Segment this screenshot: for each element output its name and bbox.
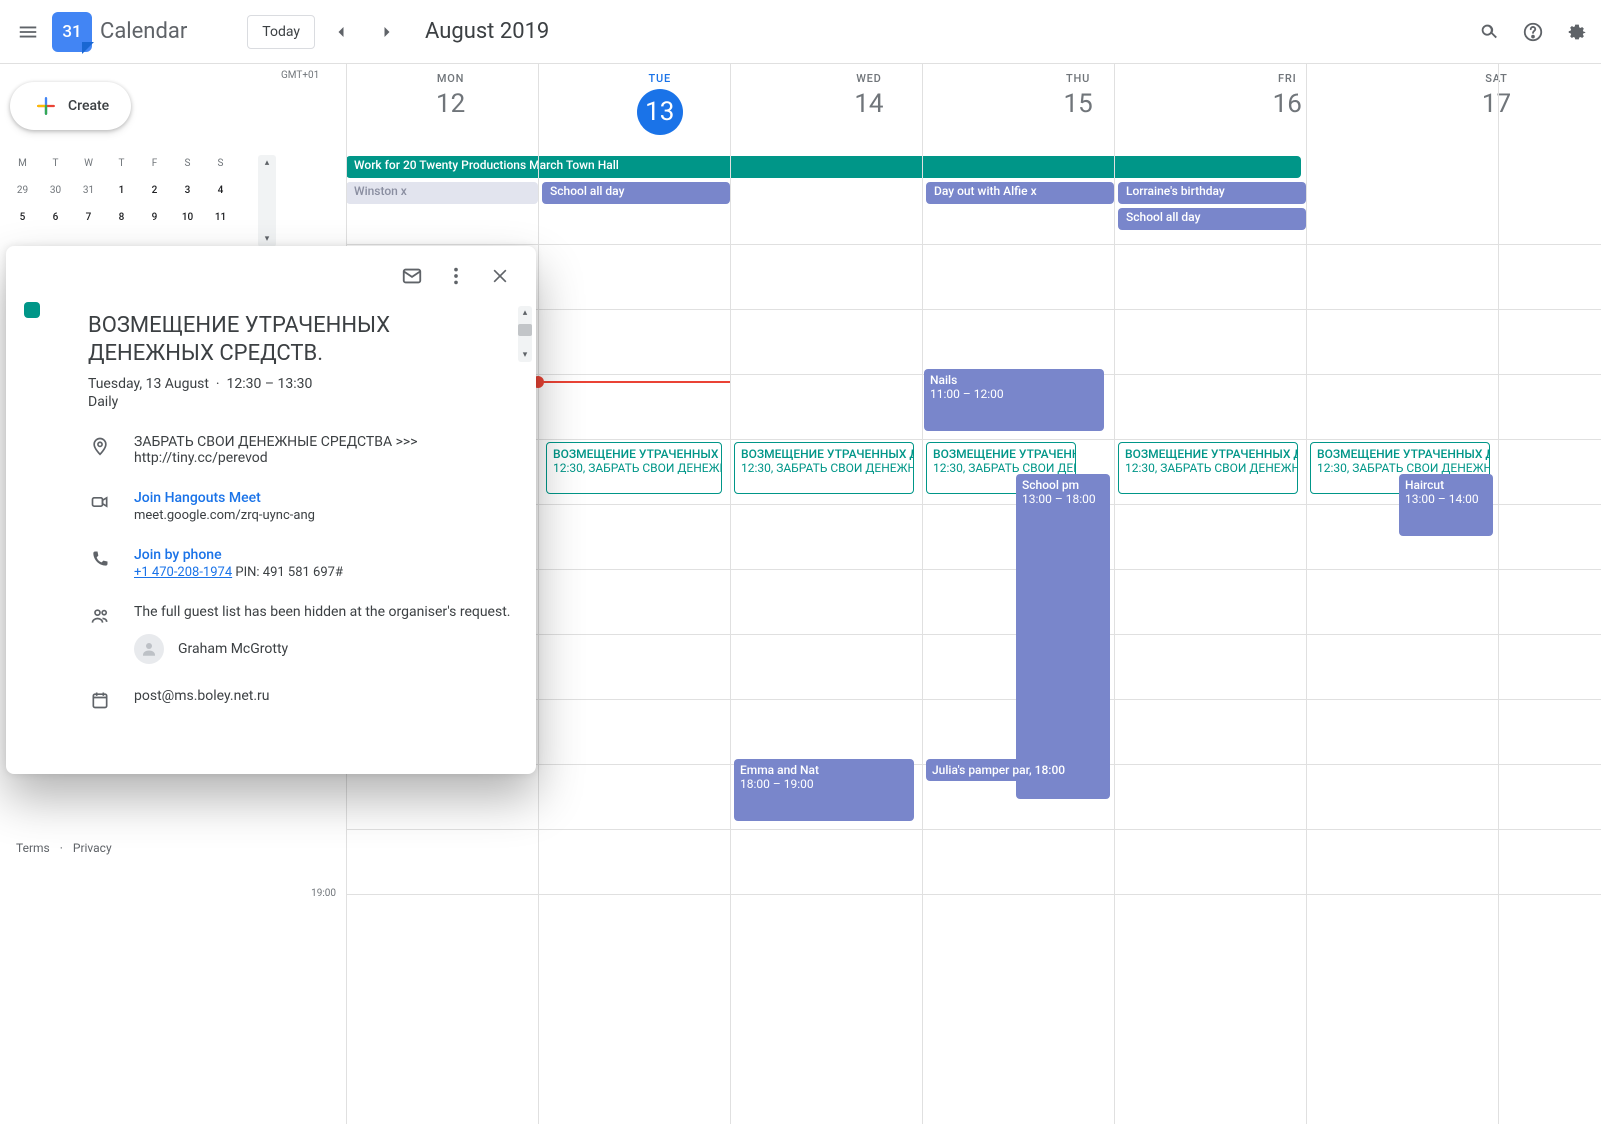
app-title: Calendar	[100, 19, 187, 44]
today-button[interactable]: Today	[247, 15, 315, 49]
phone-details: +1 470-208-1974 PIN: 491 581 697#	[134, 565, 343, 580]
footer-terms[interactable]: Terms	[16, 841, 50, 855]
more-icon[interactable]	[436, 256, 476, 296]
location-icon	[88, 434, 112, 466]
location-text[interactable]: ЗАБРАТЬ СВОИ ДЕНЕЖНЫЕ СРЕДСТВА >>> http:…	[134, 434, 512, 466]
search-icon[interactable]	[1469, 12, 1509, 52]
meet-link[interactable]: Join Hangouts Meet	[134, 490, 315, 506]
now-indicator	[538, 381, 730, 383]
prev-week-icon[interactable]	[321, 12, 361, 52]
guest-avatar	[134, 634, 164, 664]
guests-row: The full guest list has been hidden at t…	[88, 604, 512, 664]
phone-icon	[88, 547, 112, 580]
event-details-popup: ▴▾ ВОЗМЕЩЕНИЕ УТРАЧЕННЫХ ДЕНЕЖНЫХ СРЕДСТ…	[6, 246, 536, 774]
allday-event-mon[interactable]: Winston x	[346, 182, 538, 204]
event-julia[interactable]: Julia's pamper par, 18:00	[926, 759, 1106, 781]
event-recurring-wed[interactable]: ВОЗМЕЩЕНИЕ УТРАЧЕННЫХ ДЕНЕЖНЫХ СРЕДСТВ. …	[734, 442, 914, 494]
allday-event-banner[interactable]: Work for 20 Twenty Productions March Tow…	[346, 156, 1301, 178]
allday-event-tue[interactable]: School all day	[542, 182, 730, 204]
next-week-icon[interactable]	[367, 12, 407, 52]
event-title: ВОЗМЕЩЕНИЕ УТРАЧЕННЫХ ДЕНЕЖНЫХ СРЕДСТВ.	[88, 312, 512, 368]
settings-icon[interactable]	[1557, 12, 1597, 52]
footer-links: Terms · Privacy	[16, 841, 112, 855]
event-haircut[interactable]: Haircut 13:00 – 14:00	[1399, 474, 1493, 536]
event-recurrence: Daily	[88, 394, 512, 410]
timezone-label: GMT+01	[281, 70, 319, 81]
meet-url: meet.google.com/zrq-uync-ang	[134, 508, 315, 523]
create-label: Create	[68, 98, 109, 114]
event-recurring-tue[interactable]: ВОЗМЕЩЕНИЕ УТРАЧЕННЫХ ДЕНЕЖНЫХ СРЕДСТВ. …	[546, 442, 722, 494]
menu-icon[interactable]	[8, 12, 48, 52]
close-icon[interactable]	[480, 256, 520, 296]
phone-row: Join by phone +1 470-208-1974 PIN: 491 5…	[88, 547, 512, 580]
help-icon[interactable]	[1513, 12, 1553, 52]
popup-scrollbar[interactable]: ▴▾	[518, 306, 532, 362]
plus-icon	[32, 92, 60, 120]
event-nails[interactable]: Nails 11:00 – 12:00	[924, 369, 1104, 431]
email-icon[interactable]	[392, 256, 432, 296]
allday-area: Work for 20 Twenty Productions March Tow…	[346, 156, 1601, 234]
day-headers: MON12TUE13WED14THU15FRI16SAT17	[346, 72, 1601, 135]
calendar-icon	[88, 688, 112, 710]
create-button[interactable]: Create	[10, 82, 131, 130]
allday-event-fri1[interactable]: Lorraine's birthday	[1118, 182, 1306, 204]
calendar-logo[interactable]: 31	[52, 12, 92, 52]
guest-name: Graham McGrotty	[178, 641, 288, 657]
event-datetime: Tuesday, 13 August · 12:30 – 13:30	[88, 376, 512, 392]
meet-row: Join Hangouts Meet meet.google.com/zrq-u…	[88, 490, 512, 523]
footer-privacy[interactable]: Privacy	[73, 841, 112, 855]
sidebar-scrollbar[interactable]: ▴▾	[258, 155, 276, 247]
month-title: August 2019	[425, 19, 549, 44]
allday-event-thu[interactable]: Day out with Alfie x	[926, 182, 1114, 204]
phone-link[interactable]: Join by phone	[134, 547, 343, 563]
organizer-email: post@ms.boley.net.ru	[134, 688, 269, 710]
people-icon	[88, 604, 112, 664]
location-row: ЗАБРАТЬ СВОИ ДЕНЕЖНЫЕ СРЕДСТВА >>> http:…	[88, 434, 512, 466]
event-recurring-fri[interactable]: ВОЗМЕЩЕНИЕ УТРАЧЕННЫХ ДЕНЕЖНЫХ СРЕДСТВ. …	[1118, 442, 1298, 494]
time-label-19: 19:00	[296, 888, 336, 899]
event-emma[interactable]: Emma and Nat 18:00 – 19:00	[734, 759, 914, 821]
mini-calendar[interactable]: MTWTFSS 2930311234567891011	[6, 150, 256, 231]
event-school-pm[interactable]: School pm 13:00 – 18:00	[1016, 474, 1110, 799]
app-header: 31 Calendar Today August 2019	[0, 0, 1601, 64]
allday-event-fri2[interactable]: School all day	[1118, 208, 1306, 230]
organizer-row: post@ms.boley.net.ru	[88, 688, 512, 710]
guests-note: The full guest list has been hidden at t…	[134, 604, 510, 620]
video-icon	[88, 490, 112, 523]
